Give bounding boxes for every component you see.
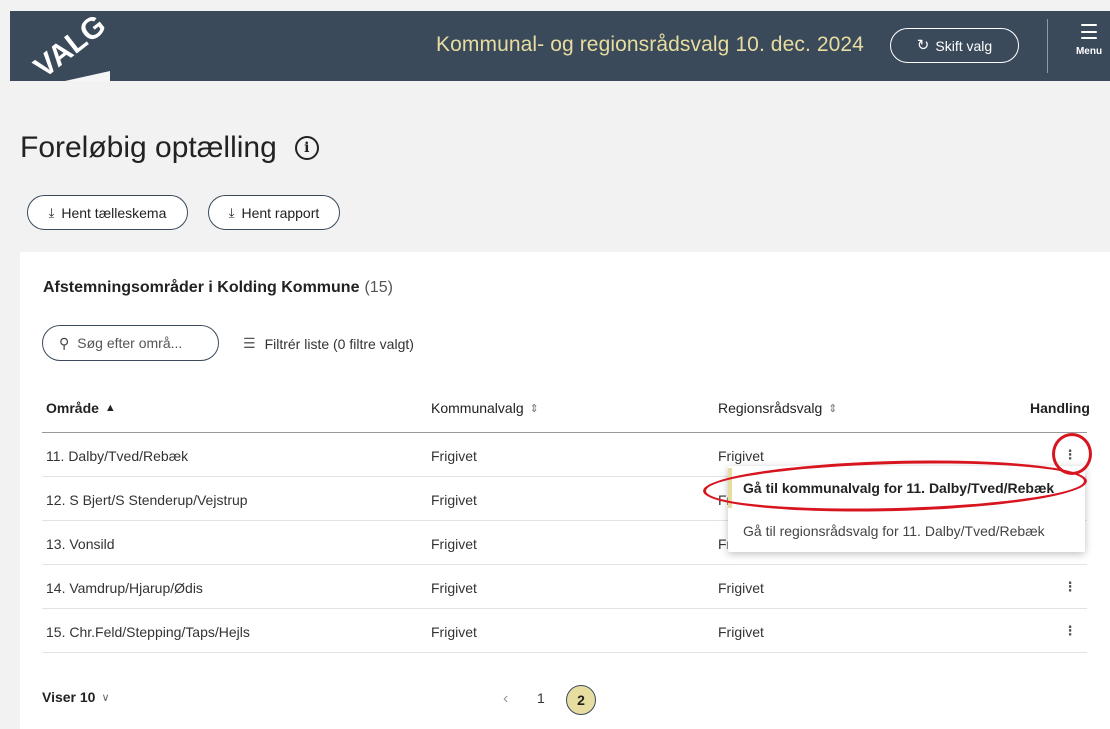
filter-list-button[interactable]: ☰ Filtrér liste (0 filtre valgt)	[243, 335, 414, 352]
column-header-area-label: Område	[46, 400, 99, 416]
table-row: 15. Chr.Feld/Stepping/Taps/Hejls Frigive…	[42, 609, 1087, 653]
search-placeholder: Søg efter områ...	[77, 335, 183, 351]
sort-icon: ▲	[104, 402, 116, 414]
page-1-link[interactable]: 1	[537, 690, 545, 706]
search-input[interactable]: ⚲ Søg efter områ...	[42, 325, 219, 361]
area-cell: 12. S Bjert/S Stenderup/Vejstrup	[46, 492, 248, 508]
sort-icon: ⇕	[828, 402, 838, 415]
filter-label: Filtrér liste (0 filtre valgt)	[264, 335, 414, 352]
download-report-button[interactable]: ⤓ Hent rapport	[208, 195, 340, 230]
table-row: 14. Vamdrup/Hjarup/Ødis Frigivet Frigive…	[42, 565, 1087, 609]
column-header-municipal-label: Kommunalvalg	[431, 400, 524, 416]
info-icon[interactable]: i	[294, 136, 319, 160]
page-title-text: Foreløbig optælling	[20, 131, 277, 164]
menu-button[interactable]: Menu	[1072, 20, 1106, 64]
rows-per-page-select[interactable]: Viser 10 ∨	[42, 689, 110, 705]
download-icon: ⤓	[228, 204, 235, 220]
column-header-regional[interactable]: Regionsrådsvalg ⇕	[718, 400, 838, 416]
go-to-regional-election-item[interactable]: Gå til regionsrådsvalg for 11. Dalby/Tve…	[728, 511, 1085, 551]
area-cell: 15. Chr.Feld/Stepping/Taps/Hejls	[46, 624, 250, 640]
page-title: Foreløbig optælling i	[20, 131, 319, 165]
switch-election-button[interactable]: ↻ Skift valg	[890, 28, 1019, 63]
switch-election-label: Skift valg	[935, 37, 993, 54]
refresh-icon: ↻	[916, 37, 930, 54]
row-actions-icon[interactable]: ⋮	[1060, 621, 1080, 641]
card-title-text: Afstemningsområder i Kolding Kommune	[43, 279, 360, 296]
download-count-sheet-label: Hent tælleskema	[61, 204, 167, 221]
page-2-current[interactable]: 2	[566, 685, 596, 715]
sliders-icon: ☰	[243, 335, 256, 351]
hamburger-icon	[1081, 24, 1097, 39]
municipal-status-cell: Frigivet	[431, 624, 477, 640]
municipal-status-cell: Frigivet	[431, 536, 477, 552]
logo-text: VALG	[28, 11, 110, 81]
previous-page-icon[interactable]: ‹	[503, 690, 508, 708]
area-cell: 13. Vonsild	[46, 536, 115, 552]
menu-label: Menu	[1075, 46, 1103, 57]
municipal-status-cell: Frigivet	[431, 492, 477, 508]
area-count: (15)	[364, 279, 393, 296]
header-divider	[1047, 19, 1048, 73]
download-count-sheet-button[interactable]: ⤓ Hent tælleskema	[27, 195, 188, 230]
municipal-status-cell: Frigivet	[431, 448, 477, 464]
regional-status-cell: Frigivet	[718, 624, 764, 640]
area-cell: 14. Vamdrup/Hjarup/Ødis	[46, 580, 203, 596]
regional-status-cell: Frigivet	[718, 448, 764, 464]
column-header-regional-label: Regionsrådsvalg	[718, 400, 823, 416]
download-icon: ⤓	[48, 204, 55, 220]
column-header-action-label: Handling	[1030, 400, 1090, 416]
chevron-down-icon: ∨	[101, 691, 110, 704]
municipal-status-cell: Frigivet	[431, 580, 477, 596]
election-title: Kommunal- og regionsrådsvalg 10. dec. 20…	[436, 33, 864, 56]
download-report-label: Hent rapport	[241, 204, 320, 221]
rows-per-page-label: Viser 10	[42, 689, 96, 705]
column-header-municipal[interactable]: Kommunalvalg ⇕	[431, 400, 539, 416]
area-cell: 11. Dalby/Tved/Rebæk	[46, 448, 189, 464]
sort-icon: ⇕	[529, 402, 539, 415]
regional-status-cell: Frigivet	[718, 580, 764, 596]
row-actions-icon[interactable]: ⋮	[1060, 577, 1080, 597]
top-header: VALG Kommunal- og regionsrådsvalg 10. de…	[10, 11, 1110, 81]
card-title: Afstemningsområder i Kolding Kommune (15)	[43, 279, 393, 297]
valg-logo[interactable]: VALG	[10, 11, 110, 81]
search-icon: ⚲	[59, 334, 70, 351]
column-header-area[interactable]: Område ▲	[46, 400, 116, 416]
column-header-action: Handling	[1030, 400, 1090, 416]
